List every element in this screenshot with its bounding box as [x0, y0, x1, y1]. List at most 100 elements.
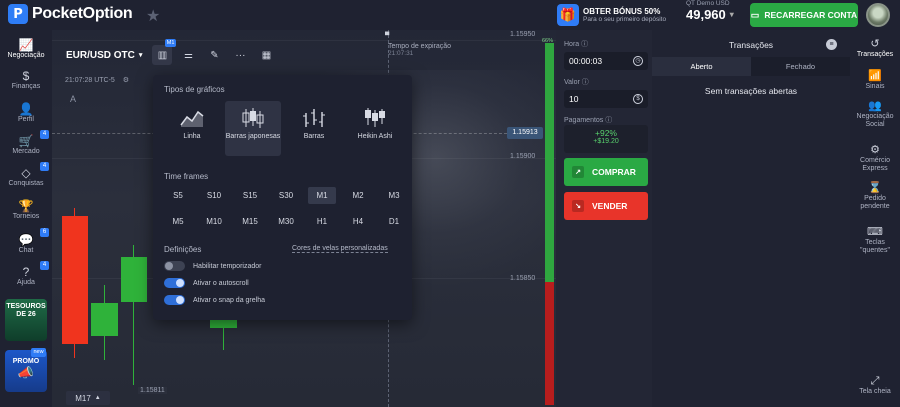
- wallet-icon: ▭: [750, 9, 760, 20]
- avatar[interactable]: [866, 3, 890, 27]
- trophy-icon: 🏆: [18, 199, 34, 213]
- favorite-star-icon[interactable]: ★: [146, 6, 160, 26]
- recharge-button[interactable]: ▭ RECARREGAR CONTA: [750, 3, 858, 27]
- buy-button[interactable]: ↗ COMPRAR: [564, 158, 648, 186]
- payout-label-text: Pagamentos: [564, 117, 604, 124]
- amount-value: 10: [569, 94, 579, 104]
- menu-icon[interactable]: ≡: [826, 39, 837, 50]
- achievements-badge: 4: [40, 162, 49, 171]
- chart-timeframe-badge: M1: [164, 39, 177, 47]
- time-input[interactable]: 00:00:03 ◷: [564, 52, 648, 70]
- timeframe-option-s15[interactable]: S15: [236, 187, 264, 204]
- fullscreen-icon: ⤢: [870, 375, 880, 387]
- timeframe-option-s30[interactable]: S30: [272, 187, 300, 204]
- timeframe-option-m10[interactable]: M10: [200, 213, 228, 230]
- indicators-button[interactable]: ⚌: [178, 45, 198, 65]
- chart-type-line[interactable]: Linha: [164, 101, 220, 156]
- account-selector[interactable]: QT Demo USD 49,960 ▾: [686, 0, 734, 22]
- timeframe-option-h4[interactable]: H4: [344, 213, 372, 230]
- sidebar-item-label: Chat: [18, 247, 34, 254]
- timeframe-label: M17: [75, 393, 91, 403]
- currency-icon[interactable]: $: [633, 94, 643, 104]
- timeframe-option-m1[interactable]: M1: [308, 187, 336, 204]
- chart-types-title: Tipos de gráficos: [164, 85, 225, 94]
- timeframe-option-h1[interactable]: H1: [308, 213, 336, 230]
- custom-candle-colors-link[interactable]: Cores de velas personalizadas: [292, 245, 388, 253]
- expiry-label: Tempo de expiração: [388, 43, 452, 50]
- drawing-button[interactable]: ✎: [204, 45, 224, 65]
- chart-icon: 📈: [18, 38, 34, 52]
- right-item-signals[interactable]: 📶 Sinais: [850, 70, 900, 91]
- right-item-label: Teclas "quentes": [860, 239, 890, 254]
- sell-button[interactable]: ↘ VENDER: [564, 192, 648, 220]
- sidebar-item-profile[interactable]: 👤 Perfil: [0, 102, 52, 123]
- right-item-transactions[interactable]: ↺ Transações: [850, 38, 900, 59]
- right-item-label: Transações: [856, 51, 894, 58]
- asset-selector[interactable]: EUR/USD OTC ▾: [62, 45, 146, 65]
- timeframe-option-s5[interactable]: S5: [164, 187, 192, 204]
- payout-box: +92% +$19.20: [564, 125, 648, 153]
- top-header: P PocketOption ★ 🎁 OBTER BÓNUS 50% Para …: [0, 0, 900, 30]
- promo-new-badge: new: [31, 348, 46, 357]
- sidebar-item-label: Mercado: [12, 148, 40, 155]
- chat-badge: 6: [40, 228, 49, 237]
- bonus-banner[interactable]: 🎁 OBTER BÓNUS 50% Para o seu primeiro de…: [557, 2, 667, 28]
- chart-type-heikin-ashi[interactable]: Heikin Ashi: [347, 101, 403, 156]
- tab-open[interactable]: Aberto: [652, 57, 751, 76]
- group-icon: 👥: [868, 100, 882, 112]
- asset-name: EUR/USD OTC: [66, 49, 135, 61]
- timeframe-option-m30[interactable]: M30: [272, 213, 300, 230]
- sidebar-item-finance[interactable]: $ Finanças: [0, 69, 52, 90]
- timeframe-option-m5[interactable]: M5: [164, 213, 192, 230]
- info-icon[interactable]: ⓘ: [605, 117, 612, 124]
- timeframe-option-s10[interactable]: S10: [200, 187, 228, 204]
- logo[interactable]: P PocketOption: [8, 4, 133, 24]
- flag-icon: ▀: [385, 33, 390, 39]
- recharge-label: RECARREGAR CONTA: [764, 10, 858, 20]
- amount-input[interactable]: 10 $: [564, 90, 648, 108]
- right-item-pending-order[interactable]: ⌛ Pedido pendente: [850, 182, 900, 211]
- timeframe-option-m3[interactable]: M3: [380, 187, 408, 204]
- more-button[interactable]: ···: [230, 45, 250, 65]
- timeframe-selector[interactable]: M17 ▲: [66, 391, 110, 405]
- promo-treasures-tile[interactable]: TESOUROS DE 26: [5, 299, 47, 341]
- chart-clock: 21:07:28 UTC-5 ⚙: [65, 76, 129, 84]
- tab-closed[interactable]: Fechado: [751, 57, 850, 76]
- sidebar-item-trading[interactable]: 📈 Negociação: [0, 38, 52, 59]
- chart-type-candles[interactable]: Barras japonesas: [225, 101, 281, 156]
- info-icon[interactable]: ⓘ: [581, 41, 588, 48]
- right-item-label: Sinais: [865, 83, 885, 90]
- chart-type-button[interactable]: ▥ M1: [152, 39, 177, 65]
- candles-icon: [242, 108, 264, 128]
- layout-button[interactable]: ▦: [256, 45, 276, 65]
- dollar-icon: $: [22, 69, 30, 83]
- timer-toggle[interactable]: [164, 261, 185, 271]
- grid-snap-toggle[interactable]: [164, 295, 185, 305]
- right-item-express[interactable]: ⚙ Comércio Express: [850, 144, 900, 173]
- toggle-row-timer[interactable]: Habilitar temporizador: [164, 261, 261, 271]
- sidebar-item-tournaments[interactable]: 🏆 Torneios: [0, 199, 52, 220]
- timeframe-option-d1[interactable]: D1: [380, 213, 408, 230]
- gear-icon[interactable]: ⚙: [123, 77, 129, 84]
- fullscreen-button[interactable]: ⤢ Tela cheia: [850, 375, 900, 396]
- sidebar-item-label: Negociação: [7, 52, 45, 59]
- chart-type-bars[interactable]: Barras: [286, 101, 342, 156]
- market-badge: 4: [40, 130, 49, 139]
- timeframe-option-m15[interactable]: M15: [236, 213, 264, 230]
- price-axis-label: 1.15900: [510, 153, 536, 160]
- timeframes-title: Time frames: [164, 172, 209, 181]
- logo-text: PocketOption: [32, 5, 133, 22]
- right-sidebar: ↺ Transações 📶 Sinais 👥 Negociação Socia…: [850, 30, 900, 407]
- timeframe-option-m2[interactable]: M2: [344, 187, 372, 204]
- autoscroll-toggle[interactable]: [164, 278, 185, 288]
- help-badge: 4: [40, 261, 49, 270]
- sell-label: VENDER: [592, 201, 628, 211]
- toggle-row-grid-snap[interactable]: Ativar o snap da grelha: [164, 295, 265, 305]
- right-item-social-trading[interactable]: 👥 Negociação Social: [850, 100, 900, 129]
- time-value: 00:00:03: [569, 56, 603, 66]
- info-icon[interactable]: ⓘ: [582, 79, 589, 86]
- fullscreen-label: Tela cheia: [859, 388, 891, 395]
- toggle-row-autoscroll[interactable]: Ativar o autoscroll: [164, 278, 249, 288]
- right-item-hotkeys[interactable]: ⌨ Teclas "quentes": [850, 226, 900, 255]
- clock-icon[interactable]: ◷: [633, 56, 643, 66]
